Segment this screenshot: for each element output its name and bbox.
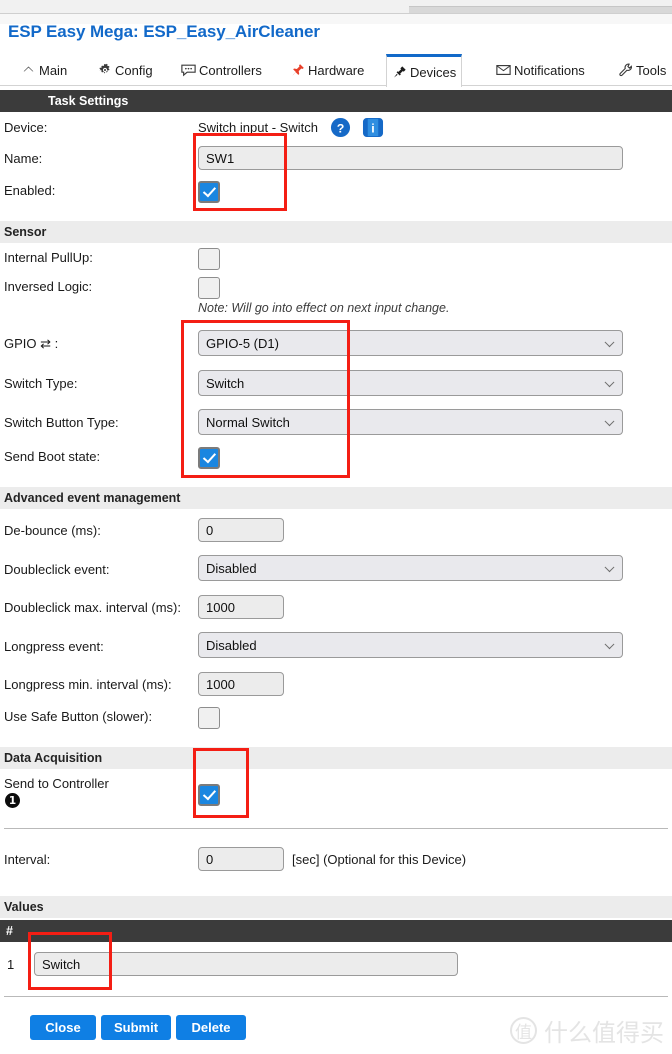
section-header-sensor: Sensor (0, 221, 672, 243)
chevron-down-icon (604, 639, 615, 650)
device-label: Device: (4, 120, 48, 135)
data-acquisition-divider (4, 828, 668, 829)
name-input[interactable] (198, 146, 623, 170)
switch-type-select-value: Switch (206, 375, 245, 391)
tab-devices[interactable]: Devices (386, 54, 463, 87)
watermark-logo: 值 (510, 1017, 537, 1044)
info-icon[interactable]: i (362, 117, 384, 141)
use-safe-button-checkbox[interactable] (198, 707, 220, 729)
doubleclick-event-label: Doubleclick event: (4, 562, 110, 577)
plug-icon (392, 65, 407, 80)
longpress-event-select[interactable]: Disabled (198, 632, 623, 658)
switch-button-type-select[interactable]: Normal Switch (198, 409, 623, 435)
send-to-controller-label: Send to Controller (4, 776, 109, 791)
controller-number-badge: 1 (5, 793, 20, 808)
tab-hardware-label: Hardware (308, 62, 365, 78)
send-boot-state-label: Send Boot state: (4, 449, 101, 464)
browser-chrome-bar (409, 6, 672, 13)
close-button[interactable]: Close (30, 1015, 96, 1040)
internal-pullup-label: Internal PullUp: (4, 250, 93, 265)
de-bounce-input[interactable] (198, 518, 284, 542)
inversed-logic-checkbox[interactable] (198, 277, 220, 299)
envelope-icon (496, 63, 511, 78)
tab-config-label: Config (115, 62, 153, 78)
svg-text:?: ? (337, 121, 345, 135)
input-change-note: Note: Will go into effect on next input … (198, 301, 450, 315)
watermark-text: 什么值得买 (544, 1019, 664, 1047)
gpio-select-value: GPIO-5 (D1) (206, 335, 279, 351)
tab-main[interactable]: Main (16, 54, 72, 86)
home-icon (21, 63, 36, 78)
tab-devices-label: Devices (410, 64, 457, 80)
gpio-label: GPIO ⇄ : (4, 336, 59, 351)
longpress-interval-label: Longpress min. interval (ms): (4, 677, 172, 692)
gear-icon (97, 63, 112, 78)
device-value: Switch input - Switch (198, 120, 318, 135)
switch-type-label: Switch Type: (4, 376, 78, 391)
tab-notifications[interactable]: Notifications (491, 54, 590, 86)
section-header-values: Values (0, 896, 672, 918)
tab-controllers[interactable]: Controllers (176, 54, 267, 86)
switch-type-select[interactable]: Switch (198, 370, 623, 396)
tab-tools-label: Tools (636, 62, 667, 78)
page-title: ESP Easy Mega: ESP_Easy_AirCleaner (8, 22, 320, 41)
submit-button[interactable]: Submit (101, 1015, 171, 1040)
pushpin-icon (290, 63, 305, 78)
tab-main-label: Main (39, 62, 68, 78)
delete-button[interactable]: Delete (176, 1015, 246, 1040)
values-table-header-row: # (0, 920, 672, 942)
use-safe-button-label: Use Safe Button (slower): (4, 709, 153, 724)
doubleclick-event-select-value: Disabled (206, 560, 257, 576)
inversed-logic-label: Inversed Logic: (4, 279, 93, 294)
question-mark-icon[interactable]: ? (330, 117, 351, 141)
send-to-controller-checkbox[interactable] (198, 784, 220, 806)
value-name-input[interactable] (34, 952, 458, 976)
chevron-down-icon (604, 337, 615, 348)
internal-pullup-checkbox[interactable] (198, 248, 220, 270)
doubleclick-interval-input[interactable] (198, 595, 284, 619)
tab-config[interactable]: Config (92, 54, 158, 86)
longpress-interval-input[interactable] (198, 672, 284, 696)
doubleclick-interval-label: Doubleclick max. interval (ms): (4, 600, 181, 615)
section-header-task-settings: Task Settings (0, 90, 672, 112)
doubleclick-event-select[interactable]: Disabled (198, 555, 623, 581)
send-boot-state-checkbox[interactable] (198, 447, 220, 469)
interval-label: Interval: (4, 852, 51, 867)
tabbar-underline (0, 85, 672, 86)
tab-controllers-label: Controllers (199, 62, 262, 78)
de-bounce-label: De-bounce (ms): (4, 523, 101, 538)
chevron-down-icon (604, 377, 615, 388)
switch-button-type-select-value: Normal Switch (206, 414, 290, 430)
interval-hint: [sec] (Optional for this Device) (292, 852, 467, 867)
gpio-select[interactable]: GPIO-5 (D1) (198, 330, 623, 356)
enabled-label: Enabled: (4, 183, 56, 198)
values-divider (4, 996, 668, 997)
section-header-data-acquisition: Data Acquisition (0, 747, 672, 769)
wrench-icon (618, 63, 633, 78)
longpress-event-label: Longpress event: (4, 639, 104, 654)
tab-tools[interactable]: Tools (613, 54, 671, 86)
tab-hardware[interactable]: Hardware (285, 54, 369, 86)
switch-button-type-label: Switch Button Type: (4, 415, 119, 430)
svg-text:i: i (371, 121, 374, 135)
longpress-event-select-value: Disabled (206, 637, 257, 653)
chevron-down-icon (604, 562, 615, 573)
name-label: Name: (4, 151, 43, 166)
tab-notifications-label: Notifications (514, 62, 585, 78)
interval-input[interactable] (198, 847, 284, 871)
section-header-advanced-event-management: Advanced event management (0, 487, 672, 509)
main-nav-tabs: Main Config Controllers Hardware Devices… (0, 54, 672, 87)
enabled-checkbox[interactable] (198, 181, 220, 203)
speech-bubble-icon (181, 63, 196, 78)
values-col-index-header: # (6, 924, 13, 938)
watermark: 值 什么值得买 (510, 1013, 664, 1048)
value-row-index: 1 (7, 957, 15, 972)
chevron-down-icon (604, 416, 615, 427)
